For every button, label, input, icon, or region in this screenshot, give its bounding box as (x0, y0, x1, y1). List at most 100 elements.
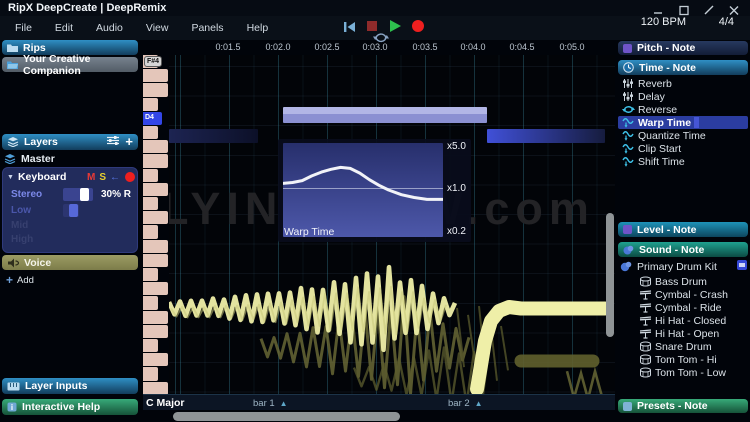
time-tool-reverse[interactable]: Reverse (618, 103, 748, 116)
mute-toggle[interactable]: M (87, 172, 95, 183)
kit-collapse-button[interactable] (737, 260, 747, 270)
add-layer-icon[interactable]: + (125, 135, 133, 148)
low-band-slider[interactable] (63, 204, 79, 217)
piano-key-Cs4[interactable] (143, 126, 158, 140)
piano-key-E4[interactable] (143, 83, 168, 97)
piano-key-As3[interactable] (143, 168, 158, 182)
menu-audio[interactable]: Audio (96, 22, 123, 34)
stereo-pan-slider[interactable] (63, 188, 93, 201)
sound-label: Sound - Note (639, 243, 705, 256)
time-tool-clip-start[interactable]: Clip Start (618, 142, 748, 155)
note-grid[interactable]: LYING-DAW.com Warp Time x5.0 x1.0 x0.2 (169, 55, 615, 396)
sound-item-primary-drum-kit[interactable]: Primary Drum Kit (618, 260, 748, 273)
layer-inputs-panel-header[interactable]: Layer Inputs (2, 378, 138, 394)
close-icon[interactable] (728, 3, 740, 15)
layer-filter-icon[interactable] (107, 136, 120, 148)
menu-file[interactable]: File (15, 22, 32, 34)
piano-key-G3[interactable] (143, 211, 168, 225)
rip-item-your-creative-companion[interactable]: Your Creative Companion (2, 53, 138, 77)
piano-key-Fs3[interactable] (143, 225, 158, 239)
warp-curve-editor[interactable] (281, 143, 445, 237)
add-layer-button[interactable]: + Add (6, 273, 34, 287)
piano-key-B2[interactable] (143, 324, 168, 338)
horizontal-scroll-track[interactable] (143, 411, 615, 422)
speaker-icon (7, 258, 19, 268)
skip-to-start-icon[interactable] (343, 20, 356, 38)
layers-panel-header[interactable]: Layers + (2, 134, 138, 150)
menu-panels[interactable]: Panels (191, 22, 223, 34)
bar-1-marker[interactable]: bar 1 ▲ (253, 398, 288, 409)
menu-items: File Edit Audio View Panels Help (15, 16, 291, 40)
timeline-label: 0:02.0 (265, 42, 291, 52)
folder-icon (7, 43, 18, 52)
piano-key-C3[interactable] (143, 310, 168, 324)
drum-sound-tom-tom-hi[interactable]: Tom Tom - Hi (635, 353, 748, 366)
piano-key-Gs3[interactable] (143, 197, 158, 211)
drum-sound-hi-hat-open[interactable]: Hi Hat - Open (635, 327, 748, 340)
time-tool-warp-time[interactable]: Warp Time (618, 116, 748, 129)
interactive-help-panel-header[interactable]: i Interactive Help (2, 399, 138, 415)
route-arrow-icon[interactable]: ← (110, 172, 120, 183)
piano-key-F3[interactable] (143, 239, 168, 253)
piano-key-Ds4[interactable] (143, 97, 158, 111)
time-note-panel-header[interactable]: Time - Note (618, 60, 748, 75)
timeline-label: 0:04.5 (509, 42, 535, 52)
layer-item-master[interactable]: Master (4, 152, 136, 165)
time-label: Time - Note (639, 61, 696, 74)
piano-key-C4[interactable] (143, 140, 168, 154)
time-tool-delay[interactable]: Delay (618, 90, 748, 103)
level-note-panel-header[interactable]: Level - Note (618, 222, 748, 237)
drum-sound-cymbal-crash[interactable]: Cymbal - Crash (635, 288, 748, 301)
piano-key-E3[interactable] (143, 253, 168, 267)
companion-label: Your Creative Companion (23, 52, 91, 77)
keyboard-layer-row[interactable]: ▼ Keyboard M S ← (7, 171, 135, 183)
pitch-note-panel-header[interactable]: Pitch - Note (618, 41, 748, 55)
piano-key-Ds3[interactable] (143, 268, 158, 282)
time-tool-shift-time[interactable]: Shift Time (618, 155, 748, 168)
piano-key-G2[interactable] (143, 381, 168, 395)
presets-note-panel-header[interactable]: Presets - Note (618, 399, 748, 413)
maximize-icon[interactable] (678, 3, 690, 16)
drum-sound-snare-drum[interactable]: Snare Drum (635, 340, 748, 353)
bpm-display[interactable]: 120 BPM (641, 16, 686, 28)
warp-overlay-title: Warp Time (284, 226, 335, 238)
piano-key-Gs2[interactable] (143, 367, 158, 381)
sound-note-panel-header[interactable]: Sound - Note (618, 242, 748, 257)
bar-marker-icon: ▲ (474, 399, 483, 408)
time-tool-reverb[interactable]: Reverb (618, 77, 748, 90)
menu-help[interactable]: Help (247, 22, 269, 34)
edit-mode-icon[interactable] (703, 3, 715, 15)
piano-key-A3[interactable] (143, 182, 168, 196)
minimize-icon[interactable] (652, 3, 664, 14)
drum-sound-cymbal-ride[interactable]: Cymbal - Ride (635, 301, 748, 314)
piano-key-D3[interactable] (143, 282, 168, 296)
item-label: Delay (638, 90, 665, 103)
drum-sound-tom-tom-low[interactable]: Tom Tom - Low (635, 366, 748, 379)
record-arm-toggle[interactable] (125, 172, 135, 182)
drum-sound-bass-drum[interactable]: Bass Drum (635, 275, 748, 288)
piano-key-F4[interactable] (143, 69, 168, 83)
menu-edit[interactable]: Edit (55, 22, 73, 34)
drum-sound-hi-hat-closed[interactable]: Hi Hat - Closed (635, 314, 748, 327)
window-title: RipX DeepCreate | DeepRemix (8, 2, 167, 14)
collapse-triangle-icon[interactable]: ▼ (7, 174, 14, 181)
time-signature-display[interactable]: 4/4 (719, 16, 734, 28)
vertical-scrollbar[interactable] (606, 213, 614, 337)
layer-item-voice[interactable]: Voice (2, 255, 138, 270)
piano-key-D4[interactable]: D4 (143, 111, 162, 125)
key-signature-label[interactable]: C Major (146, 397, 185, 409)
bar-2-marker[interactable]: bar 2 ▲ (448, 398, 483, 409)
solo-toggle[interactable]: S (99, 172, 106, 183)
piano-key-As2[interactable] (143, 339, 158, 353)
piano-key-A2[interactable] (143, 353, 168, 367)
play-button[interactable] (390, 20, 401, 32)
time-tool-quantize-time[interactable]: Quantize Time (618, 129, 748, 142)
timeline-ruler[interactable]: 0:01.5 0:02.0 0:02.5 0:03.0 0:03.5 0:04.0 0:04… (143, 40, 615, 55)
plus-icon: + (6, 273, 14, 287)
piano-key-B3[interactable] (143, 154, 168, 168)
horizontal-scrollbar[interactable] (173, 412, 400, 421)
menu-view[interactable]: View (146, 22, 169, 34)
record-button[interactable] (412, 20, 424, 32)
piano-key-Fs4[interactable]: F#4 (143, 55, 163, 69)
piano-key-Cs3[interactable] (143, 296, 158, 310)
